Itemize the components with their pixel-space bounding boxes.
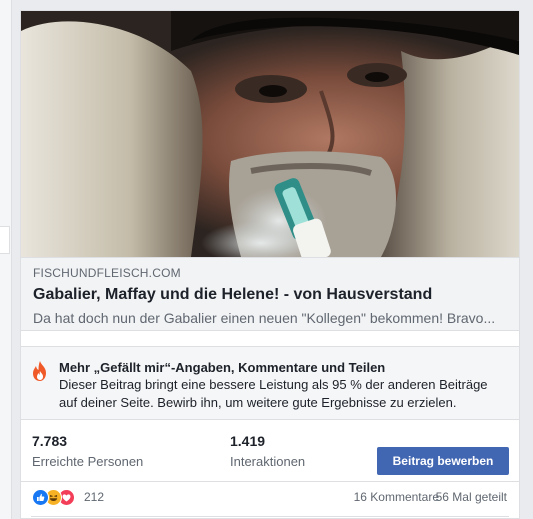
link-title[interactable]: Gabalier, Maffay und die Helene! - von H… (33, 284, 507, 306)
boost-tip-title: Mehr „Gefällt mir“-Angaben, Kommentare u… (59, 360, 386, 375)
reach-stat[interactable]: 7.783 Erreichte Personen (32, 432, 143, 472)
comments-count-link[interactable]: 16 Kommentare (354, 490, 439, 505)
left-column-box (0, 226, 10, 254)
shares-count-link[interactable]: 56 Mal geteilt (436, 490, 507, 505)
engagement-stat[interactable]: 1.419 Interaktionen (230, 432, 305, 472)
link-preview[interactable]: FISCHUNDFLEISCH.COM Gabalier, Maffay und… (21, 257, 519, 331)
boost-tip-text-line2: auf deiner Seite. Bewirb ihn, um weitere… (59, 395, 457, 410)
engagement-label: Interaktionen (230, 454, 306, 469)
boost-tip-text-line1: Dieser Beitrag bringt eine bessere Leist… (59, 377, 488, 392)
fire-icon (33, 361, 46, 381)
post-insights: 7.783 Erreichte Personen 1.419 Interakti… (21, 420, 519, 482)
reaction-icons[interactable] (32, 489, 82, 506)
post-card: FISCHUNDFLEISCH.COM Gabalier, Maffay und… (20, 10, 520, 519)
divider (31, 516, 509, 517)
left-column-edge (0, 0, 12, 519)
like-icon (32, 489, 49, 506)
reach-label: Erreichte Personen (32, 454, 144, 469)
engagement-value: 1.419 (230, 433, 266, 449)
link-domain: FISCHUNDFLEISCH.COM (33, 266, 181, 280)
boost-recommendation: Mehr „Gefällt mir“-Angaben, Kommentare u… (21, 346, 519, 420)
reaction-count[interactable]: 212 (84, 490, 104, 505)
link-description: Da hat doch nun der Gabalier einen neuen… (33, 310, 496, 326)
reach-value: 7.783 (32, 433, 68, 449)
boost-post-button[interactable]: Beitrag bewerben (377, 447, 509, 475)
portrait-photo (21, 11, 519, 257)
reactions-bar: 212 16 Kommentare 56 Mal geteilt (21, 482, 519, 512)
link-preview-image[interactable] (21, 11, 519, 257)
